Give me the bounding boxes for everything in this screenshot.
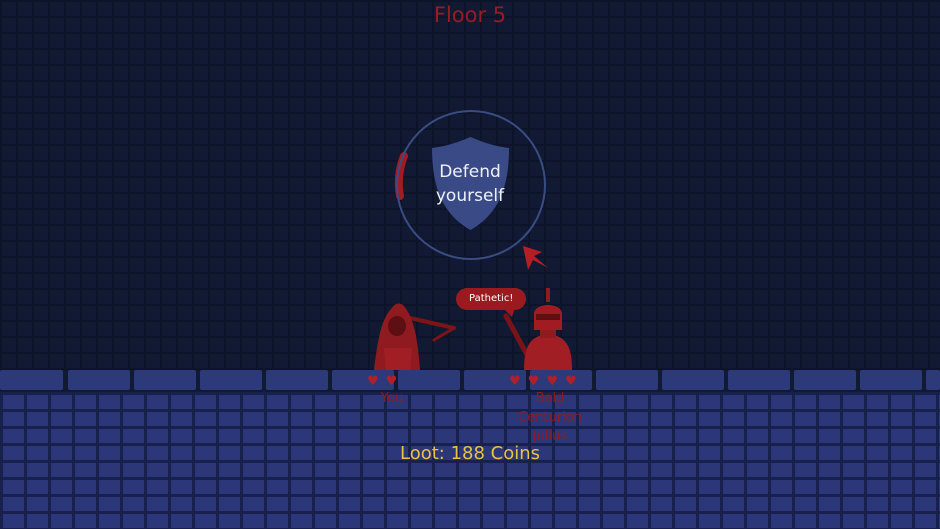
floor-slab (266, 370, 328, 390)
enemy-name: Bold Centurion Julius (518, 391, 582, 444)
action-label: Defend yourself (435, 162, 505, 206)
walkway (0, 370, 940, 392)
enemy-speech-bubble: Pathetic! (456, 288, 527, 310)
heart-icon: ♥ (564, 374, 584, 389)
floor-slab (860, 370, 922, 390)
player-health-hearts: ♥♥ (367, 375, 404, 389)
loot-counter: Loot: 188 Coins (399, 443, 541, 464)
floor-slab (398, 370, 460, 390)
heart-icon: ♥ (546, 374, 565, 389)
floor-slab (596, 370, 658, 390)
heart-icon: ♥ (509, 374, 528, 389)
floor-slab (794, 370, 856, 390)
floor-slab (728, 370, 790, 390)
enemy-health-hearts: ♥♥♥♥ (509, 375, 584, 389)
heart-icon: ♥ (527, 374, 547, 389)
speech-bubble-tail (503, 308, 515, 317)
heart-icon: ♥ (385, 374, 405, 389)
floor-title: Floor 5 (433, 3, 507, 27)
cursor-icon (523, 246, 548, 270)
floor-slab (200, 370, 262, 390)
floor-slab (662, 370, 724, 390)
floor-slab (926, 370, 940, 390)
floor-slab (134, 370, 196, 390)
player-character (374, 303, 456, 370)
player-name: You (380, 391, 404, 406)
game-scene: Floor 5 Defend yourself Pathetic! ♥♥ ♥♥♥… (0, 0, 940, 529)
floor-slab (0, 370, 63, 390)
floor-slab (68, 370, 130, 390)
heart-icon: ♥ (367, 374, 386, 389)
